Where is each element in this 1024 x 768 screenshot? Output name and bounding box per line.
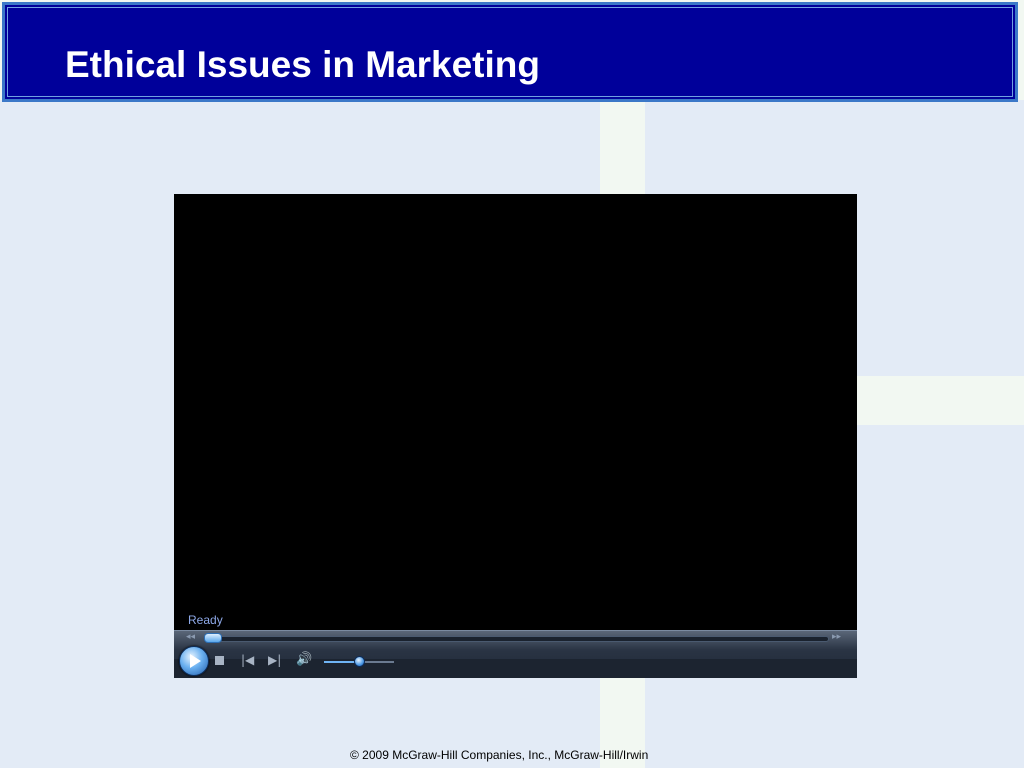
- play-button[interactable]: [179, 646, 209, 676]
- slide-title: Ethical Issues in Marketing: [65, 44, 540, 85]
- player-status: Ready: [188, 613, 223, 627]
- stop-icon[interactable]: [215, 656, 224, 665]
- player-controls: ◂◂ ▸▸ |◀ ▶| 🔊: [174, 630, 857, 678]
- play-icon: [190, 654, 201, 668]
- background-shape-left: [0, 100, 172, 768]
- fast-forward-icon[interactable]: ▸▸: [832, 632, 841, 642]
- next-icon[interactable]: ▶|: [268, 653, 281, 667]
- rewind-icon[interactable]: ◂◂: [186, 632, 195, 642]
- previous-icon[interactable]: |◀: [241, 653, 254, 667]
- seek-bar[interactable]: [204, 636, 829, 642]
- slide-footer: © 2009 McGraw-Hill Companies, Inc., McGr…: [350, 748, 649, 762]
- seek-handle[interactable]: [204, 633, 222, 643]
- background-shape-right-strip: [858, 376, 1024, 425]
- volume-icon[interactable]: 🔊: [296, 653, 312, 667]
- volume-handle[interactable]: [354, 656, 365, 667]
- slide-title-bar: Ethical Issues in Marketing: [2, 2, 1018, 102]
- media-player[interactable]: Ready ◂◂ ▸▸ |◀ ▶| 🔊: [174, 194, 857, 678]
